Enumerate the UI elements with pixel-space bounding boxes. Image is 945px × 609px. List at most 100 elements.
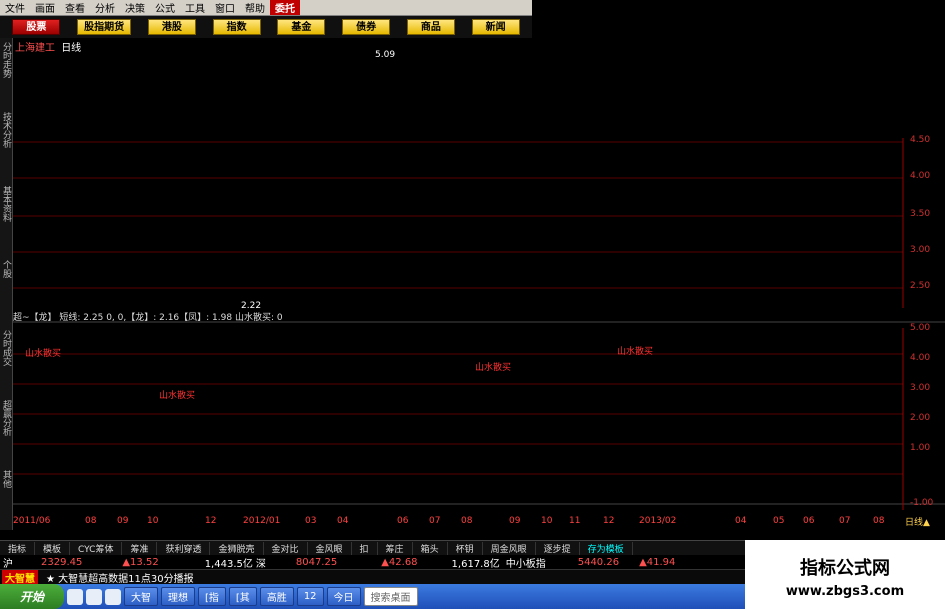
category-bonds[interactable]: 债券: [342, 19, 391, 35]
period-toggle-button[interactable]: 日线▲: [905, 515, 930, 528]
indicator-axis-label: 3.00: [910, 383, 931, 393]
price-axis-label: 4.50: [910, 135, 931, 145]
date-tick: 2011/06: [13, 516, 51, 526]
sh-amount: 1,443.5亿: [204, 558, 253, 570]
indicator-tab[interactable]: CYC筹体: [70, 541, 123, 555]
save-template-tab[interactable]: 存为模板: [580, 541, 633, 555]
tab-intraday-trades[interactable]: 分时成交: [0, 330, 12, 366]
date-tick: 04: [735, 516, 747, 526]
category-commodities[interactable]: 商品: [406, 19, 455, 35]
indicator-tab[interactable]: 箱头: [413, 541, 448, 555]
date-tick: 07: [429, 516, 441, 526]
quick-launch-icon[interactable]: [105, 588, 121, 605]
date-tick: 04: [337, 516, 349, 526]
chart-annotation: 山水散买: [617, 347, 654, 357]
indicator-tab[interactable]: 筹庄: [378, 541, 413, 555]
category-news[interactable]: 新闻: [471, 19, 520, 35]
sz-index: 8047.25: [295, 556, 338, 568]
date-tick: 08: [85, 516, 97, 526]
menu-analysis[interactable]: 分析: [90, 0, 120, 15]
date-tick: 2012/01: [243, 516, 281, 526]
category-indices[interactable]: 指数: [212, 19, 261, 35]
taskbar-item[interactable]: 理想: [161, 587, 195, 606]
category-funds[interactable]: 基金: [277, 19, 326, 35]
quick-launch-icon[interactable]: [86, 588, 102, 605]
taskbar-item[interactable]: 大智: [124, 587, 158, 606]
menu-view-layout[interactable]: 画面: [30, 0, 60, 15]
sme-change: ▲41.94: [639, 556, 676, 568]
sz-amount: 1,617.8亿: [451, 558, 500, 570]
taskbar-item[interactable]: [指: [198, 587, 226, 606]
tab-technical[interactable]: 技术分析: [0, 112, 12, 148]
news-text[interactable]: ★ 大智慧超高数据11点30分播报: [46, 570, 194, 585]
menu-view[interactable]: 查看: [60, 0, 90, 15]
indicator-tab[interactable]: 金狮脱壳: [210, 541, 264, 555]
quick-launch-icon[interactable]: [67, 588, 83, 605]
indicator-tab[interactable]: 获利穿透: [157, 541, 211, 555]
indicator-axis-label: 4.00: [910, 353, 931, 363]
indicator-panel: [13, 321, 945, 510]
indicator-tab[interactable]: 周金风眼: [483, 541, 536, 555]
date-tick: 03: [305, 516, 317, 526]
menu-trade[interactable]: 委托: [270, 0, 300, 15]
price-axis-label: 3.50: [910, 209, 931, 219]
menu-file[interactable]: 文件: [0, 0, 30, 15]
tab-fundamentals[interactable]: 基本资料: [0, 186, 12, 222]
indicator-tab[interactable]: 金风眼: [308, 541, 352, 555]
high-label: 5.09: [375, 50, 396, 60]
indicator-axis-label: 5.00: [910, 323, 931, 333]
menu-formula[interactable]: 公式: [150, 0, 180, 15]
tab-other[interactable]: 其他: [0, 470, 12, 488]
indicator-axis-label: 2.00: [910, 413, 931, 423]
menu-help[interactable]: 帮助: [240, 0, 270, 15]
indicator-tab[interactable]: 筹准: [122, 541, 158, 555]
date-tick: 06: [803, 516, 815, 526]
indicator-tab[interactable]: 模板: [35, 541, 71, 555]
date-tick: 2013/02: [639, 516, 677, 526]
stock-name: 上海建工: [15, 43, 55, 54]
indicator-tab[interactable]: 指标: [0, 541, 36, 555]
date-tick: 08: [461, 516, 473, 526]
chart-annotation: 山水散买: [475, 363, 512, 373]
tab-intraday[interactable]: 分时走势: [0, 42, 12, 78]
watermark-url: www.zbgs3.com: [785, 584, 905, 599]
left-tab-strip: 分时走势 技术分析 基本资料 个股 分时成交 超赢分析 其他: [0, 38, 13, 530]
taskbar-item[interactable]: 今日: [326, 587, 361, 606]
price-panel: [13, 138, 904, 308]
date-tick: 09: [117, 516, 129, 526]
menu-tools[interactable]: 工具: [180, 0, 210, 15]
sh-index: 2329.45: [41, 556, 83, 568]
taskbar-item[interactable]: [其: [228, 587, 257, 606]
menu-window[interactable]: 窗口: [210, 0, 240, 15]
desktop-search-input[interactable]: 搜索桌面: [363, 587, 418, 606]
taskbar-item[interactable]: 12: [296, 587, 324, 606]
tab-stock[interactable]: 个股: [0, 260, 12, 278]
indicator-tab[interactable]: 扣: [352, 541, 378, 555]
sme-index: 5440.26: [577, 556, 620, 568]
category-index-futures[interactable]: 股指期货: [77, 19, 132, 35]
indicator-tab[interactable]: 金对比: [264, 541, 308, 555]
indicator-tab[interactable]: 杯钥: [448, 541, 483, 555]
date-tick: 10: [147, 516, 159, 526]
menu-bar: 文件 画面 查看 分析 决策 公式 工具 窗口 帮助 委托: [0, 0, 532, 16]
sh-label: 沪: [3, 558, 13, 570]
date-tick: 05: [773, 516, 785, 526]
stock-title: 上海建工 日线: [15, 39, 81, 54]
price-axis-label: 4.00: [910, 171, 931, 181]
start-button[interactable]: 开始: [0, 584, 64, 609]
date-tick: 10: [541, 516, 553, 526]
sme-label: 中小板指: [505, 558, 546, 570]
menu-decision[interactable]: 决策: [120, 0, 150, 15]
category-stocks[interactable]: 股票: [12, 19, 61, 35]
date-tick: 11: [569, 516, 581, 526]
taskbar-item[interactable]: 高胜: [259, 587, 294, 606]
category-hk-stocks[interactable]: 港股: [147, 19, 196, 35]
tab-super-analysis[interactable]: 超赢分析: [0, 400, 12, 436]
indicator-tab[interactable]: 逐步提: [536, 541, 580, 555]
sh-change: ▲13.52: [122, 556, 159, 568]
watermark: 指标公式网 www.zbgs3.com: [745, 540, 945, 609]
chart-area[interactable]: 上海建工 日线 5.09 2.22 4.50 4.00 3.50 3.00 2.…: [13, 38, 945, 530]
indicator-header: 超~【龙】 短线: 2.25 0, 0,【龙】: 2.16【凤】: 1.98 山…: [13, 313, 283, 323]
chart-annotation: 山水散买: [159, 391, 196, 401]
date-tick: 09: [509, 516, 521, 526]
